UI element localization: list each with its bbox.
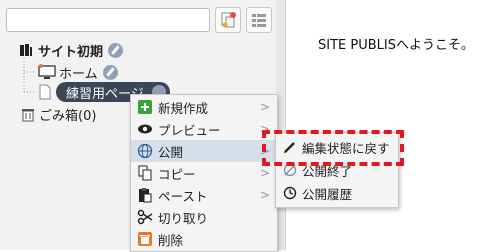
- menu-item-new[interactable]: 新規作成 >: [131, 96, 277, 118]
- highlight-box: [262, 130, 404, 166]
- list-icon: [252, 14, 266, 27]
- globe-icon: [137, 143, 153, 159]
- copy-icon: [137, 165, 153, 181]
- plus-icon: [137, 99, 153, 115]
- context-menu: 新規作成 > プレビュー > 公開 > コピー > ペースト > 切り取り 削除: [130, 94, 278, 252]
- monitor-icon: [38, 64, 56, 79]
- menu-item-delete[interactable]: 削除: [131, 228, 277, 250]
- publish-status-icon: [221, 12, 236, 28]
- menu-item-paste[interactable]: ペースト >: [131, 184, 277, 206]
- clipboard-icon: [137, 187, 153, 203]
- history-icon: [283, 186, 297, 200]
- tree-item-home-label: ホーム: [59, 66, 98, 82]
- menu-item-new-label: 新規作成: [158, 100, 209, 116]
- page-icon: [39, 84, 51, 100]
- edit-pencil-icon[interactable]: [108, 42, 124, 58]
- tree-item-trash-label: ごみ箱(0): [39, 108, 97, 124]
- tree-item-home[interactable]: ホーム: [38, 62, 118, 82]
- tree-item-trash[interactable]: ごみ箱(0): [20, 104, 96, 124]
- menu-item-paste-label: ペースト: [158, 188, 208, 204]
- site-icon: [20, 44, 32, 56]
- list-view-button[interactable]: [246, 7, 272, 33]
- submenu-arrow-icon: >: [259, 166, 270, 180]
- delete-icon: [137, 231, 153, 247]
- submenu-arrow-icon: >: [259, 100, 270, 114]
- menu-item-publish-label: 公開: [158, 144, 184, 160]
- scissors-icon: [137, 209, 153, 225]
- eye-icon: [137, 121, 153, 137]
- menu-item-preview[interactable]: プレビュー >: [131, 118, 277, 140]
- trash-icon: [22, 109, 34, 122]
- menu-item-cut-label: 切り取り: [158, 210, 209, 226]
- submenu-item-publish-history[interactable]: 公開履歴: [276, 182, 398, 204]
- menu-item-publish[interactable]: 公開 >: [131, 140, 277, 162]
- menu-item-cut[interactable]: 切り取り: [131, 206, 277, 228]
- welcome-message: SITE PUBLISへようこそ。: [318, 38, 474, 53]
- submenu-item-history-label: 公開履歴: [302, 186, 353, 202]
- tree-item-site-label: サイト初期: [38, 44, 104, 60]
- menu-item-preview-label: プレビュー: [158, 122, 221, 138]
- tree-item-site[interactable]: サイト初期: [18, 40, 124, 60]
- publish-status-button[interactable]: [215, 7, 241, 33]
- menu-item-copy-label: コピー: [158, 166, 196, 182]
- tree-item-practice-page-icon: [38, 82, 52, 102]
- edit-pencil-icon[interactable]: [102, 64, 118, 80]
- menu-item-delete-label: 削除: [158, 232, 184, 248]
- submenu-arrow-icon: >: [259, 188, 270, 202]
- menu-item-copy[interactable]: コピー >: [131, 162, 277, 184]
